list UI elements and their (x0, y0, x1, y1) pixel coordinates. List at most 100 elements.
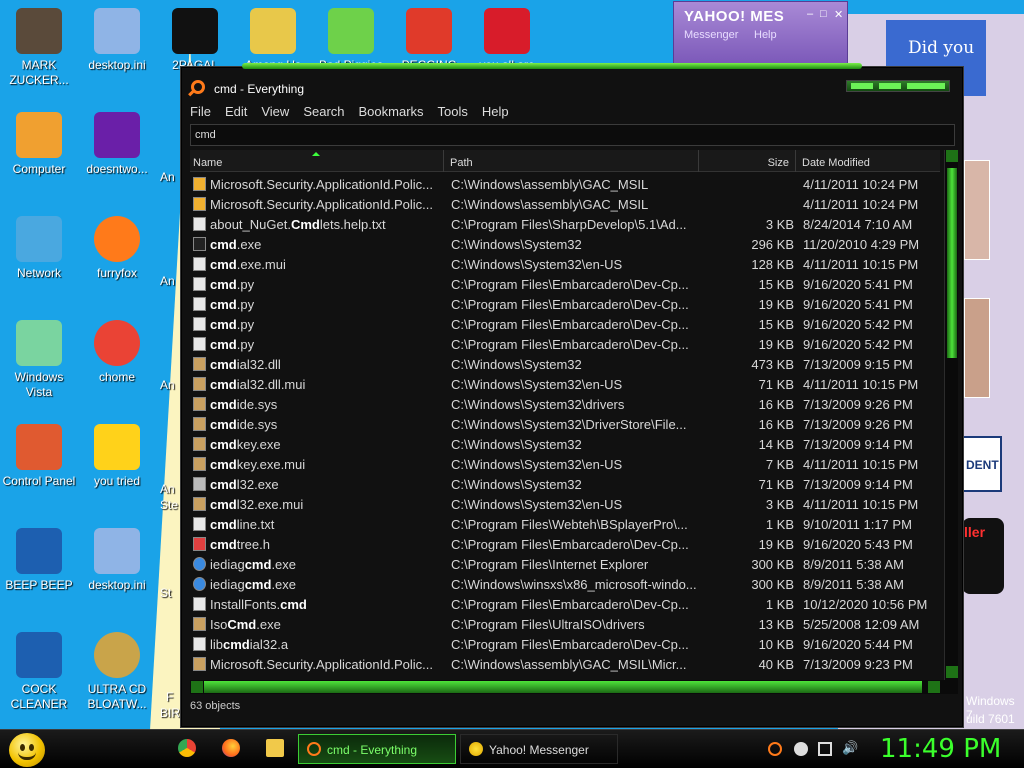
table-row[interactable]: Microsoft.Security.ApplicationId.Polic..… (190, 194, 940, 214)
menu-item-bookmarks[interactable]: Bookmarks (359, 102, 424, 122)
menu-item-edit[interactable]: Edit (225, 102, 247, 122)
desktop-icon[interactable]: doesntwo... (79, 112, 155, 177)
search-input[interactable] (190, 124, 955, 146)
close-button[interactable] (907, 83, 945, 89)
file-name: cmdline.txt (210, 517, 440, 532)
table-row[interactable]: about_NuGet.Cmdlets.help.txt C:\Program F… (190, 214, 940, 234)
network-icon[interactable] (818, 742, 832, 756)
maximize-button[interactable]: □ (820, 8, 827, 20)
match-highlight: cmd (223, 637, 250, 652)
file-icon (193, 297, 206, 311)
vertical-scroll-thumb[interactable] (947, 168, 957, 358)
taskbar-button-yahoo[interactable]: Yahoo! Messenger (460, 734, 618, 764)
table-row[interactable]: cmdial32.dll.mui C:\Windows\System32\en-U… (190, 374, 940, 394)
desktop-icon[interactable]: chome (79, 320, 155, 385)
scroll-down-button[interactable] (946, 666, 958, 678)
desktop-icon[interactable]: Among Us (235, 8, 311, 70)
table-row[interactable]: cmdtree.h C:\Program Files\Embarcadero\De… (190, 534, 940, 554)
desktop-icon[interactable]: desktop.ini (79, 8, 155, 73)
desktop-icon[interactable]: Computer (1, 112, 77, 177)
menu-item-file[interactable]: File (190, 102, 211, 122)
table-row[interactable]: InstallFonts.cmd C:\Program Files\Embarca… (190, 594, 940, 614)
file-name-part: .py (236, 297, 255, 312)
desktop-icon[interactable]: COCK CLEANER (1, 632, 77, 712)
table-row[interactable]: cmd.py C:\Program Files\Embarcadero\Dev-C… (190, 274, 940, 294)
taskbar-label: cmd - Everything (327, 743, 418, 757)
table-row[interactable]: cmdkey.exe C:\Windows\System32 14 KB 7/13/2… (190, 434, 940, 454)
file-size: 296 KB (751, 237, 794, 252)
desktop-icon[interactable]: you tried (79, 424, 155, 489)
volume-icon[interactable]: 🔊 (842, 740, 858, 755)
yahoo-menu-help[interactable]: Help (754, 29, 777, 41)
desktop-icon[interactable]: you all are (469, 8, 545, 70)
horizontal-scroll-thumb[interactable] (204, 681, 922, 693)
table-row[interactable]: cmdial32.dll C:\Windows\System32 473 KB 7/1… (190, 354, 940, 374)
table-row[interactable]: libcmdial32.a C:\Program Files\Embarcader… (190, 634, 940, 654)
table-row[interactable]: IsoCmd.exe C:\Program Files\UltraISO\driv… (190, 614, 940, 634)
clock[interactable]: 11:49 PM (880, 734, 1001, 764)
table-row[interactable]: Microsoft.Security.ApplicationId.Polic..… (190, 174, 940, 194)
menu-item-help[interactable]: Help (482, 102, 509, 122)
taskbar-button-everything[interactable]: cmd - Everything (298, 734, 456, 764)
minimize-button[interactable]: – (807, 8, 813, 20)
table-row[interactable]: cmd.py C:\Program Files\Embarcadero\Dev-C… (190, 314, 940, 334)
table-row[interactable]: iediagcmd.exe C:\Program Files\Internet E… (190, 554, 940, 574)
table-row[interactable]: cmdl32.exe C:\Windows\System32 71 KB 7/13/2… (190, 474, 940, 494)
horizontal-scrollbar[interactable] (190, 680, 958, 694)
desktop-icon[interactable]: Network (1, 216, 77, 281)
table-row[interactable]: iediagcmd.exe C:\Windows\winsxs\x86_micro… (190, 574, 940, 594)
table-row[interactable]: cmdline.txt C:\Program Files\Webteh\BSpla… (190, 514, 940, 534)
cmd-icon (172, 8, 218, 54)
title-bar[interactable]: cmd - Everything (182, 68, 962, 104)
file-size: 19 KB (758, 297, 794, 312)
desktop-icon[interactable]: Control Panel (1, 424, 77, 489)
menu-item-search[interactable]: Search (303, 102, 344, 122)
sys-icon (193, 397, 206, 411)
firefox-icon[interactable] (222, 739, 240, 757)
desktop-icon[interactable]: PECGINC (391, 8, 467, 70)
table-row[interactable]: cmdkey.exe.mui C:\Windows\System32\en-US 7… (190, 454, 940, 474)
table-row[interactable]: cmdide.sys C:\Windows\System32\DriverStor… (190, 414, 940, 434)
table-row[interactable]: cmd.exe C:\Windows\System32 296 KB 11/20/20… (190, 234, 940, 254)
sys-icon (193, 417, 206, 431)
column-path[interactable]: Path (445, 150, 699, 172)
column-date-label: Date Modified (802, 157, 870, 169)
desktop-icon[interactable]: Windows Vista (1, 320, 77, 400)
table-row[interactable]: cmdl32.exe.mui C:\Windows\System32\en-US 3… (190, 494, 940, 514)
table-row[interactable]: cmdide.sys C:\Windows\System32\drivers 16 … (190, 394, 940, 414)
file-name: cmd.exe (210, 237, 440, 252)
scroll-up-button[interactable] (946, 150, 958, 162)
desktop-icon[interactable]: Bad Piggies (313, 8, 389, 70)
menu-item-view[interactable]: View (261, 102, 289, 122)
desktop-icon-label: BEEP BEEP (5, 578, 73, 592)
table-row[interactable]: cmd.py C:\Program Files\Embarcadero\Dev-C… (190, 294, 940, 314)
vertical-scrollbar[interactable] (944, 150, 958, 680)
column-date[interactable]: Date Modified (797, 150, 940, 172)
desktop-icon[interactable]: furryfox (79, 216, 155, 281)
date-modified: 7/13/2009 9:23 PM (803, 657, 913, 672)
table-row[interactable]: cmd.exe.mui C:\Windows\System32\en-US 128 … (190, 254, 940, 274)
table-row[interactable]: cmd.py C:\Program Files\Embarcadero\Dev-C… (190, 334, 940, 354)
close-button[interactable]: ✕ (834, 8, 843, 21)
maximize-button[interactable] (879, 83, 901, 89)
minimize-button[interactable] (851, 83, 873, 89)
match-highlight: cmd (210, 497, 237, 512)
scroll-left-button[interactable] (191, 681, 203, 693)
desktop-icon[interactable]: desktop.ini (79, 528, 155, 593)
start-button[interactable] (9, 733, 45, 767)
desktop-icon[interactable]: 2PAGAL (157, 8, 233, 70)
desktop-icon[interactable]: BEEP BEEP (1, 528, 77, 593)
desktop-icon[interactable]: ULTRA CD BLOATW... (79, 632, 155, 712)
scroll-right-button[interactable] (928, 681, 940, 693)
everything-tray-icon[interactable] (768, 742, 782, 756)
table-row[interactable]: Microsoft.Security.ApplicationId.Polic..… (190, 654, 940, 674)
file-name: cmdl32.exe (210, 477, 440, 492)
column-size[interactable]: Size (700, 150, 796, 172)
menu-item-tools[interactable]: Tools (438, 102, 468, 122)
minus-circle-icon[interactable] (794, 742, 808, 756)
folder-icon[interactable] (266, 739, 284, 757)
yahoo-menu-messenger[interactable]: Messenger (684, 29, 738, 41)
desktop-icon[interactable]: MARK ZUCKER... (1, 8, 77, 88)
chrome-icon[interactable] (178, 739, 196, 757)
yahoo-messenger-window[interactable]: YAHOO! MES – □ ✕ Messenger Help (673, 1, 848, 67)
